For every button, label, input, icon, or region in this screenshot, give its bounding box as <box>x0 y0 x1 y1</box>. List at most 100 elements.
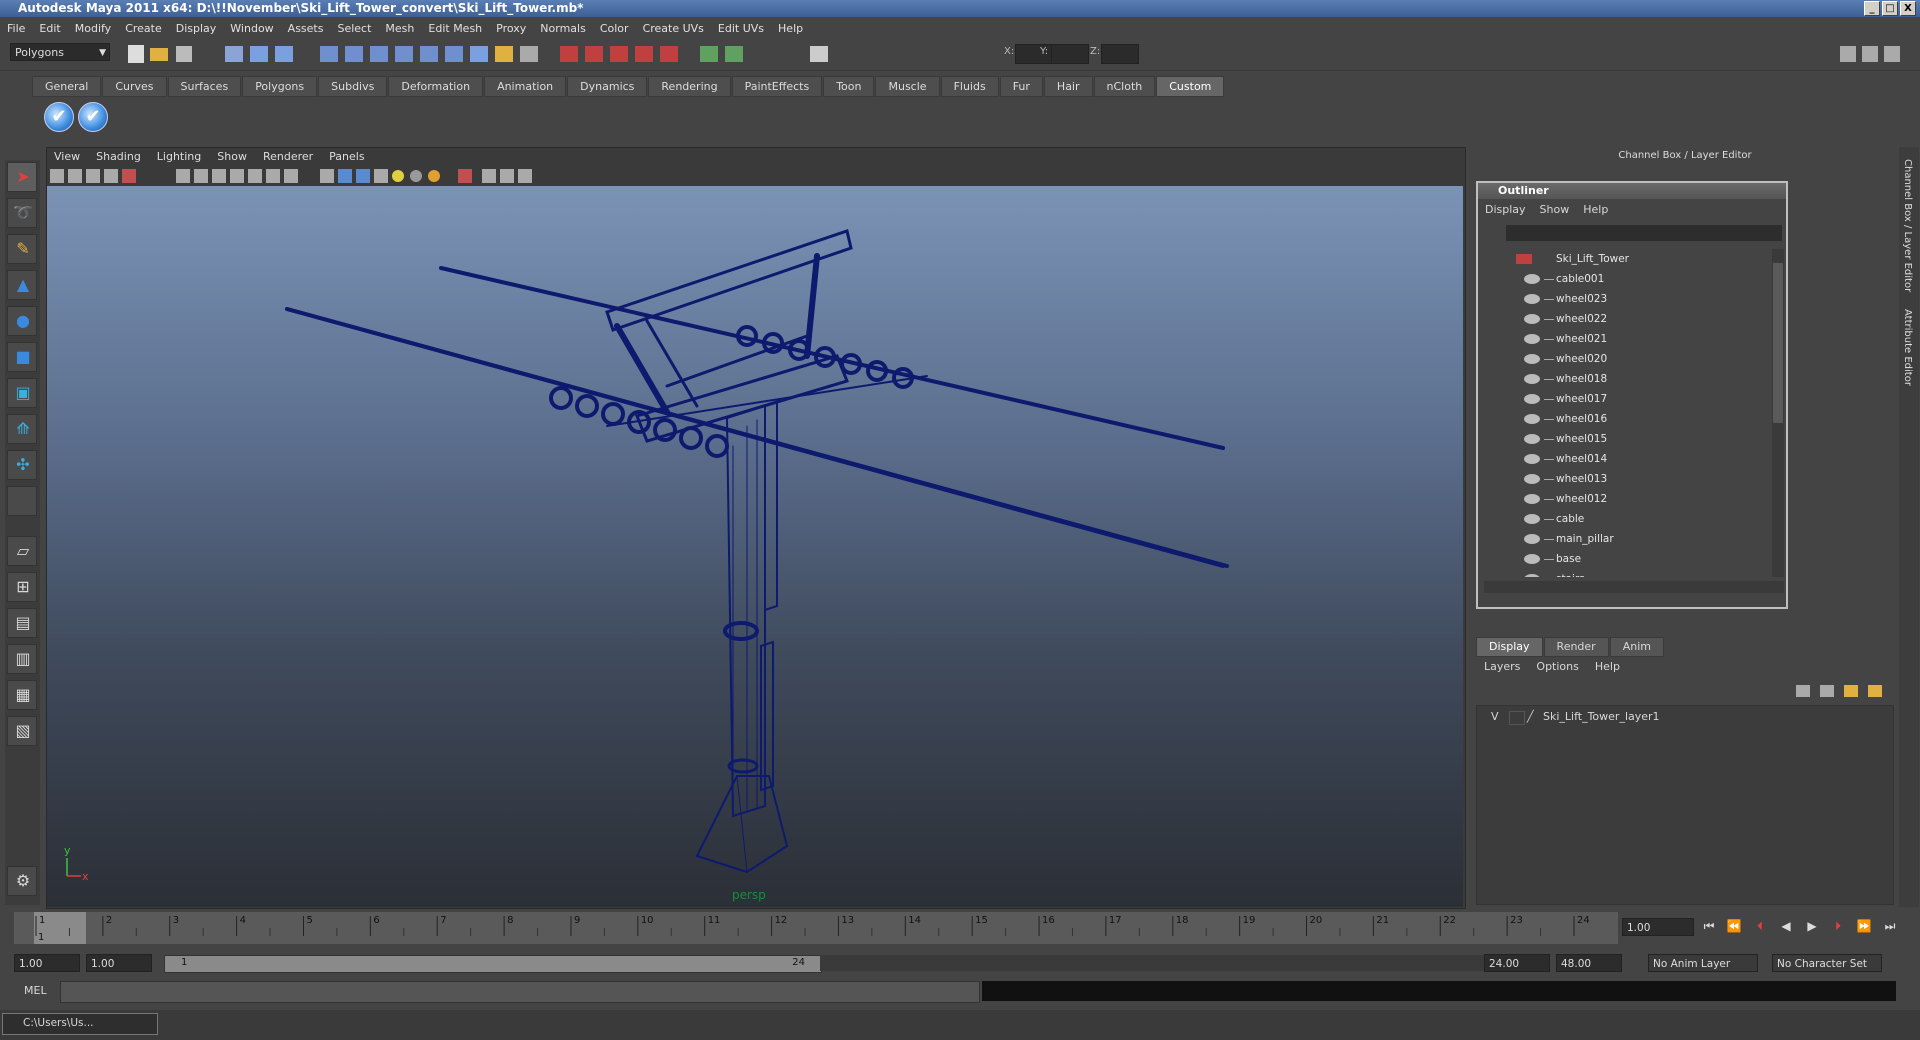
outliner-item-row[interactable]: wheel022 <box>1484 309 1770 329</box>
menu-create-uvs[interactable]: Create UVs <box>636 22 711 35</box>
menu-file[interactable]: File <box>0 22 32 35</box>
outliner-item-row[interactable]: base <box>1484 549 1770 569</box>
tab-curves[interactable]: Curves <box>102 76 167 97</box>
layer-tab-display[interactable]: Display <box>1476 637 1543 657</box>
soft-mod-tool-button[interactable]: ⟰ <box>7 414 37 444</box>
lasso-tool-button[interactable]: ➰ <box>7 198 37 228</box>
layer-editor-icons[interactable] <box>1792 682 1892 700</box>
move-tool-button[interactable]: ▲ <box>7 270 37 300</box>
step-back-key-button[interactable]: ⏪ <box>1723 917 1745 935</box>
outliner-item-row[interactable]: cable <box>1484 509 1770 529</box>
go-to-end-button[interactable]: ⏭ <box>1879 917 1901 935</box>
side-tab-channel-box[interactable]: Channel Box / Layer Editor <box>1902 159 1913 292</box>
checkmark-shelf-button-2[interactable]: ✔ <box>78 102 108 132</box>
command-language-label[interactable]: MEL <box>24 984 47 997</box>
outliner-root-row[interactable]: Ski_Lift_Tower <box>1484 249 1770 269</box>
playback-end-field[interactable]: 24.00 <box>1484 954 1550 972</box>
tab-toon[interactable]: Toon <box>823 76 875 97</box>
animation-start-field[interactable]: 1.00 <box>14 954 80 972</box>
tab-polygons[interactable]: Polygons <box>242 76 318 97</box>
scale-tool-button[interactable]: ■ <box>7 342 37 372</box>
outliner-item-row[interactable]: wheel020 <box>1484 349 1770 369</box>
outliner-scroll-thumb[interactable] <box>1773 263 1783 423</box>
step-forward-frame-button[interactable]: ⏵ <box>1827 917 1849 935</box>
outliner-item-row[interactable]: wheel023 <box>1484 289 1770 309</box>
viewport-menu-lighting[interactable]: Lighting <box>149 148 209 165</box>
tab-surfaces[interactable]: Surfaces <box>167 76 242 97</box>
menu-create[interactable]: Create <box>118 22 169 35</box>
step-back-frame-button[interactable]: ⏴ <box>1749 917 1771 935</box>
menu-edit-uvs[interactable]: Edit UVs <box>711 22 771 35</box>
layer-menu-options[interactable]: Options <box>1528 659 1586 675</box>
toolbox-extra-button[interactable]: ⚙ <box>7 866 37 896</box>
y-coord-field[interactable] <box>1051 44 1089 64</box>
side-tab-attribute-editor[interactable]: Attribute Editor <box>1902 309 1913 386</box>
scene-canvas[interactable]: y x <box>47 186 1463 907</box>
menu-help[interactable]: Help <box>771 22 810 35</box>
play-forwards-button[interactable]: ▶ <box>1801 917 1823 935</box>
menu-edit-mesh[interactable]: Edit Mesh <box>421 22 489 35</box>
tab-dynamics[interactable]: Dynamics <box>567 76 648 97</box>
menu-color[interactable]: Color <box>593 22 636 35</box>
tab-rendering[interactable]: Rendering <box>648 76 731 97</box>
tab-fluids[interactable]: Fluids <box>940 76 999 97</box>
paint-select-tool-button[interactable]: ✎ <box>7 234 37 264</box>
close-button[interactable]: X <box>1900 1 1916 16</box>
last-tool-button[interactable] <box>7 486 37 516</box>
graph-persp-layout-button[interactable]: ▥ <box>7 644 37 674</box>
go-to-start-button[interactable]: ⏮ <box>1698 917 1720 935</box>
tab-ncloth[interactable]: nCloth <box>1093 76 1156 97</box>
outliner-item-row[interactable]: wheel016 <box>1484 409 1770 429</box>
viewport-toolbar[interactable] <box>50 167 570 185</box>
layer-menu-layers[interactable]: Layers <box>1476 659 1528 675</box>
outliner-item-row[interactable]: main_pillar <box>1484 529 1770 549</box>
minimized-window[interactable]: C:\Users\Us... <box>2 1013 158 1035</box>
tab-deformation[interactable]: Deformation <box>388 76 484 97</box>
step-forward-key-button[interactable]: ⏩ <box>1853 917 1875 935</box>
tab-muscle[interactable]: Muscle <box>875 76 940 97</box>
show-manip-tool-button[interactable]: ✣ <box>7 450 37 480</box>
tab-hair[interactable]: Hair <box>1043 76 1093 97</box>
outliner-item-row[interactable]: wheel017 <box>1484 389 1770 409</box>
menu-display[interactable]: Display <box>169 22 224 35</box>
z-coord-field[interactable] <box>1101 44 1139 64</box>
outliner-filter-field[interactable] <box>1506 225 1782 241</box>
time-slider[interactable]: 1 1 2 3 4 5 6 7 8 9 10 11 12 13 14 15 16 17 18 19 20 21 22 23 24 <box>14 912 1618 944</box>
outliner-horizontal-scrollbar[interactable] <box>1484 581 1784 593</box>
outliner-item-row[interactable]: wheel021 <box>1484 329 1770 349</box>
outliner-item-row[interactable]: wheel014 <box>1484 449 1770 469</box>
anim-layer-dropdown[interactable]: No Anim Layer <box>1648 954 1758 972</box>
layer-row[interactable]: V ╱ Ski_Lift_Tower_layer1 <box>1479 708 1889 726</box>
layer-template-toggle[interactable] <box>1509 711 1525 725</box>
manipulator-tool-button[interactable]: ▣ <box>7 378 37 408</box>
layer-menu-help[interactable]: Help <box>1587 659 1628 675</box>
single-pane-layout-button[interactable]: ▱ <box>7 536 37 566</box>
layer-tab-render[interactable]: Render <box>1543 637 1609 657</box>
dope-sheet-layout-button[interactable]: ▧ <box>7 716 37 746</box>
outliner-menu-help[interactable]: Help <box>1576 202 1615 218</box>
select-tool-button[interactable]: ➤ <box>7 162 37 192</box>
menu-proxy[interactable]: Proxy <box>489 22 533 35</box>
outliner-item-row[interactable]: wheel013 <box>1484 469 1770 489</box>
tab-custom[interactable]: Custom <box>1156 76 1225 97</box>
play-backwards-button[interactable]: ◀ <box>1775 917 1797 935</box>
outliner-menu-display[interactable]: Display <box>1478 202 1533 218</box>
command-input[interactable] <box>60 981 980 1003</box>
four-pane-layout-button[interactable]: ⊞ <box>7 572 37 602</box>
hypershade-layout-button[interactable]: ▦ <box>7 680 37 710</box>
viewport-menu-shading[interactable]: Shading <box>88 148 149 165</box>
checkmark-shelf-button-1[interactable]: ✔ <box>44 102 74 132</box>
layer-tab-anim[interactable]: Anim <box>1609 637 1664 657</box>
tab-general[interactable]: General <box>32 76 102 97</box>
minimize-button[interactable]: _ <box>1864 1 1880 16</box>
outliner-item-row[interactable]: wheel018 <box>1484 369 1770 389</box>
outliner-item-row[interactable]: wheel015 <box>1484 429 1770 449</box>
character-set-dropdown[interactable]: No Character Set <box>1772 954 1882 972</box>
outliner-item-row[interactable]: stairs <box>1484 569 1770 577</box>
outliner-item-row[interactable]: wheel012 <box>1484 489 1770 509</box>
menu-modify[interactable]: Modify <box>68 22 118 35</box>
tab-subdivs[interactable]: Subdivs <box>318 76 388 97</box>
viewport-menu-panels[interactable]: Panels <box>321 148 372 165</box>
outliner-vertical-scrollbar[interactable] <box>1772 249 1784 577</box>
maximize-button[interactable]: □ <box>1882 1 1898 16</box>
